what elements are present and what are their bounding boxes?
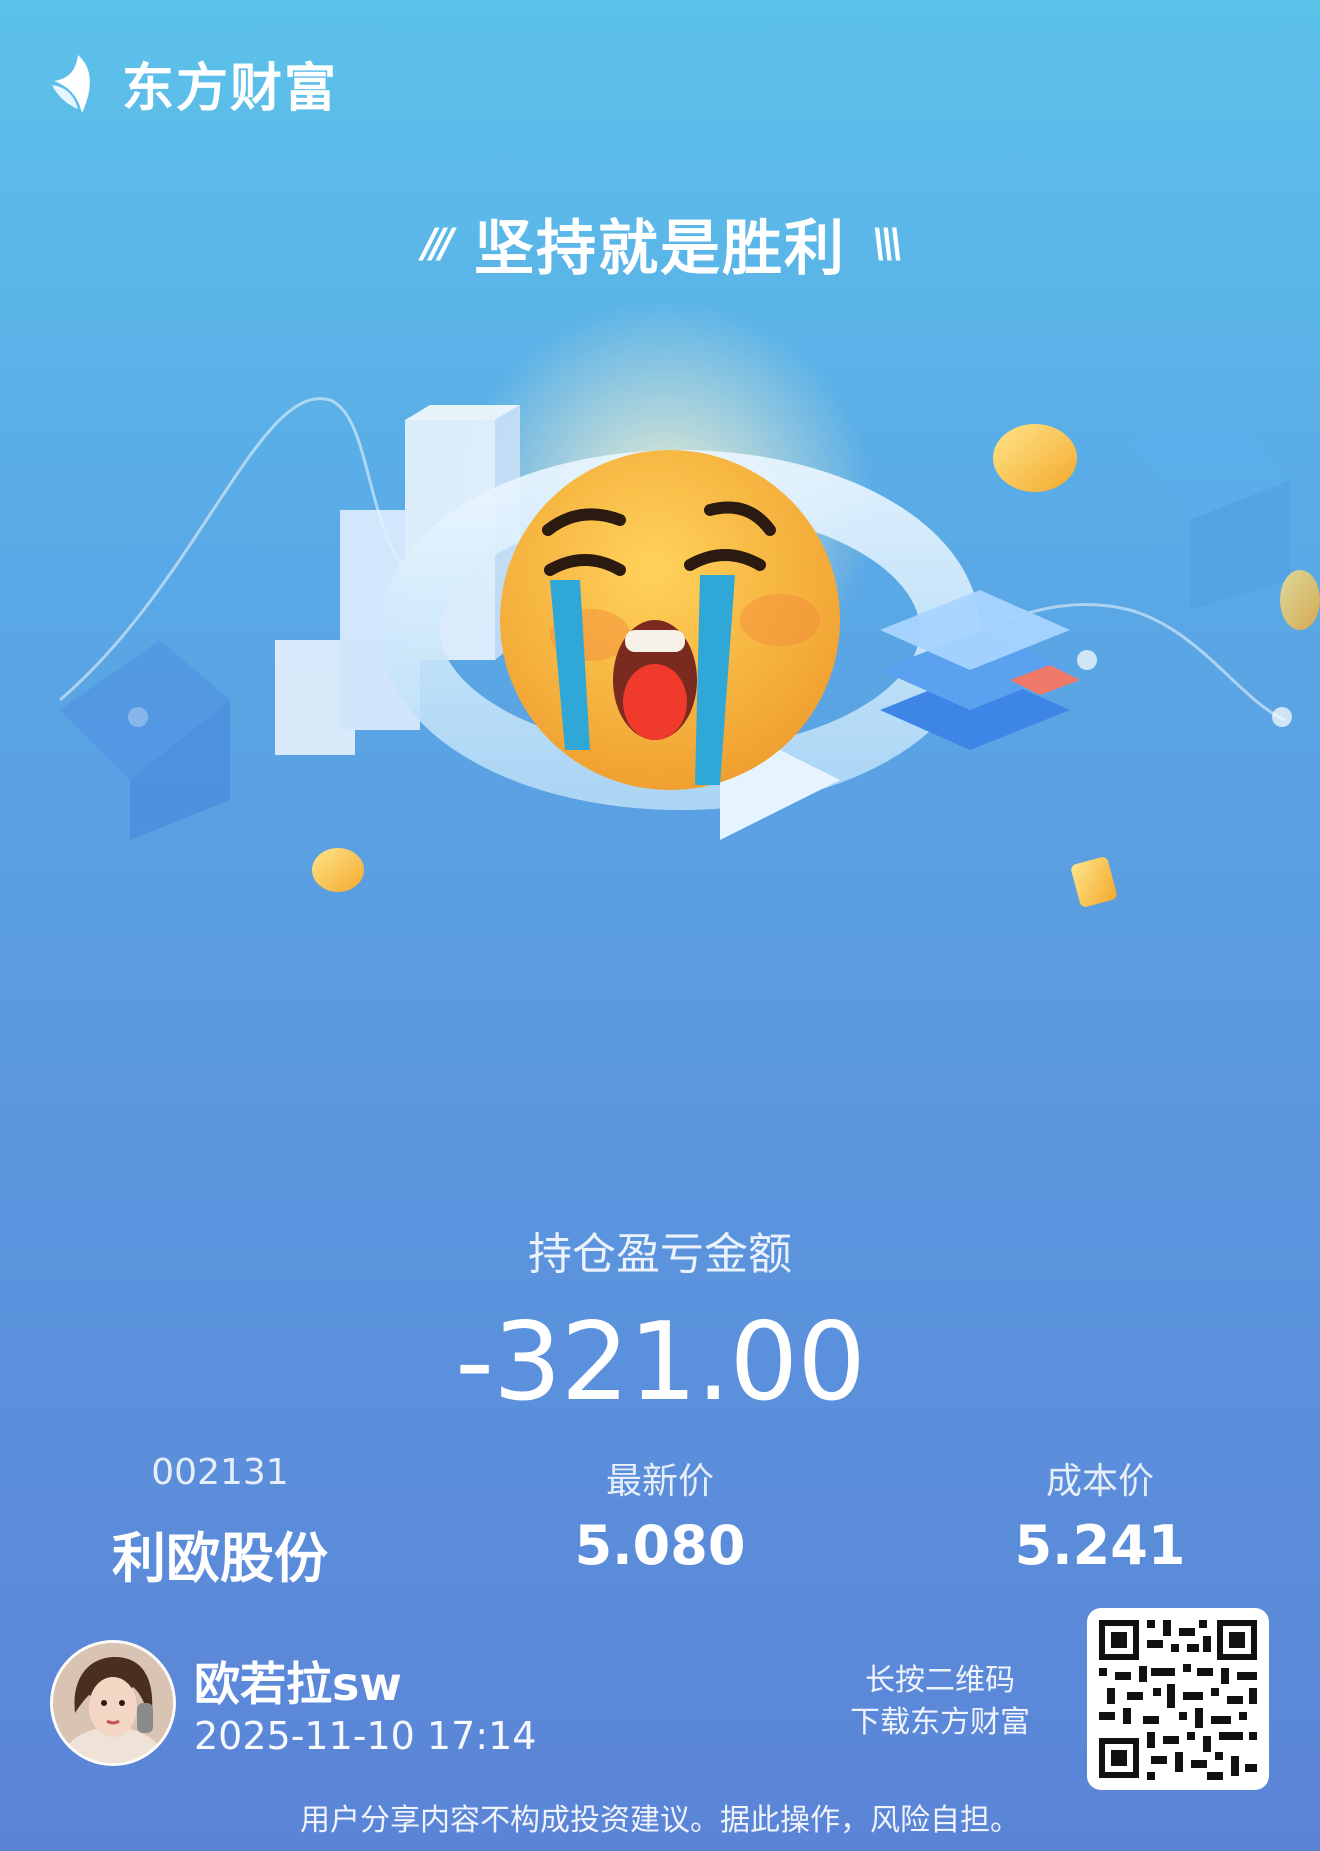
eastmoney-logo-icon xyxy=(52,54,90,113)
brand-logo: 东方财富 xyxy=(48,46,338,121)
latest-price-value: 5.080 xyxy=(574,1514,746,1577)
pl-label: 持仓盈亏金额 xyxy=(528,1229,792,1280)
cost-price-label: 成本价 xyxy=(1045,1461,1154,1502)
pl-amount: -321.00 xyxy=(455,1300,866,1425)
latest-price-column: 最新价 5.080 xyxy=(440,1452,880,1577)
qr-code-icon xyxy=(1099,1620,1257,1780)
stock-name: 利欧股份 xyxy=(112,1527,328,1590)
coin-icon xyxy=(312,848,364,892)
cost-price-value: 5.241 xyxy=(1014,1514,1186,1577)
avatar[interactable] xyxy=(50,1640,176,1766)
qr-hint: 长按二维码 下载东方财富 xyxy=(820,1660,1060,1744)
coin-icon xyxy=(1071,857,1117,907)
user-name: 欧若拉sw xyxy=(194,1657,402,1711)
curve-node xyxy=(1272,707,1292,727)
stock-info-column: 002131 利欧股份 xyxy=(0,1452,440,1593)
slogan-text: 坚持就是胜利 xyxy=(474,214,846,284)
coin-icon xyxy=(1280,570,1320,630)
latest-price-label: 最新价 xyxy=(605,1461,714,1502)
qr-hint-line2: 下载东方财富 xyxy=(850,1705,1030,1740)
qr-hint-line1: 长按二维码 xyxy=(865,1663,1015,1698)
share-datetime: 2025-11-10 17:14 xyxy=(194,1714,537,1758)
cost-price-column: 成本价 5.241 xyxy=(880,1452,1320,1577)
brand-name: 东方财富 xyxy=(122,59,339,119)
loss-illustration xyxy=(59,300,1320,907)
download-qr-code[interactable] xyxy=(1087,1608,1269,1790)
curve-node xyxy=(1077,650,1097,670)
slash-decoration-right: \\\ xyxy=(872,220,904,267)
coin-icon xyxy=(993,424,1077,492)
slogan-banner: /// 坚持就是胜利 \\\ xyxy=(0,200,1320,287)
stock-code: 002131 xyxy=(151,1452,289,1493)
disclaimer: 用户分享内容不构成投资建议。据此操作，风险自担。 xyxy=(300,1803,1020,1838)
avatar-icon xyxy=(53,1643,173,1763)
crying-emoji-icon xyxy=(500,450,840,790)
slash-decoration-left: /// xyxy=(422,220,454,267)
